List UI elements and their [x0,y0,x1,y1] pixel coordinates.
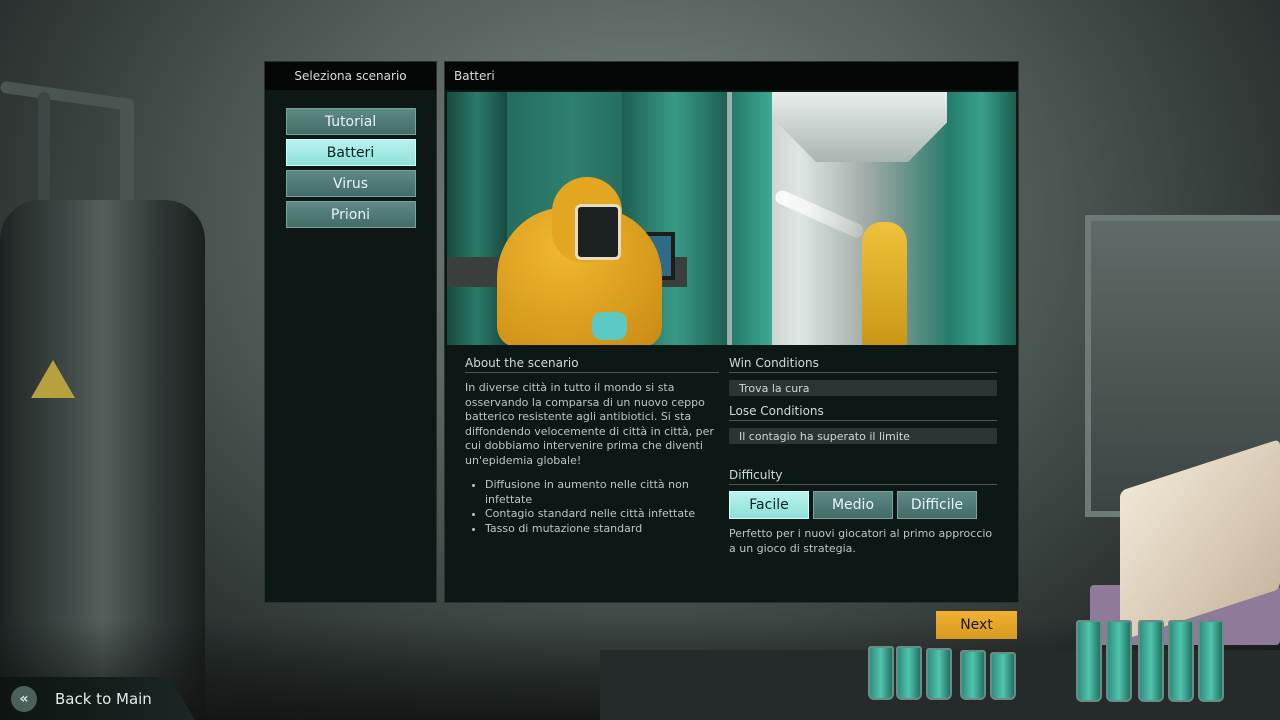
test-tube [1076,620,1102,702]
difficulty-description: Perfetto per i nuovi giocatori al primo … [729,527,993,555]
lose-conditions-heading: Lose Conditions [729,404,997,421]
about-heading: About the scenario [465,356,719,373]
warning-sign-icon [31,360,75,398]
test-tube [1198,620,1224,702]
about-section: About the scenario In diverse città in t… [465,356,719,536]
glove [592,312,627,340]
scenario-detail-panel: Batteri About the scenario In diverse ci… [444,61,1019,603]
scenario-list: Tutorial Batteri Virus Prioni [265,90,436,228]
visor [575,204,621,260]
test-tube [868,646,894,700]
difficulty-button-difficile[interactable]: Difficile [897,491,977,519]
scenario-button-virus[interactable]: Virus [285,170,416,197]
background-pipe [0,80,136,112]
about-text: In diverse città in tutto il mondo si st… [465,381,714,467]
difficulty-section: Difficulty Facile Medio Difficile Perfet… [729,468,997,556]
scenario-button-batteri[interactable]: Batteri [285,139,416,166]
back-to-main-label: Back to Main [55,689,152,708]
lose-condition-value: Il contagio ha superato il limite [729,428,997,444]
test-tube [926,648,952,700]
curtain [732,92,772,345]
conditions-section: Win Conditions Trova la cura Lose Condit… [729,356,997,444]
scenario-button-prioni[interactable]: Prioni [285,201,416,228]
double-chevron-left-icon: « [11,685,37,712]
disinfectant-spray [773,188,866,240]
win-condition-value: Trova la cura [729,380,997,396]
test-tube [1168,620,1194,702]
scenario-illustration [447,92,1016,345]
next-button[interactable]: Next [936,611,1017,639]
feature-item: Tasso di mutazione standard [485,522,719,537]
difficulty-button-medio[interactable]: Medio [813,491,893,519]
ceiling-lights [747,92,977,162]
curtain [947,92,1016,345]
win-conditions-heading: Win Conditions [729,356,997,373]
scenario-panel: Seleziona scenario Tutorial Batteri Viru… [264,61,437,603]
hazmat-worker-spraying [862,222,907,345]
test-tube [1138,620,1164,702]
scenario-button-tutorial[interactable]: Tutorial [285,108,416,135]
difficulty-heading: Difficulty [729,468,997,485]
test-tube [960,650,986,700]
feature-item: Diffusione in aumento nelle città non in… [485,478,719,507]
difficulty-button-facile[interactable]: Facile [729,491,809,519]
feature-list: Diffusione in aumento nelle città non in… [465,478,719,536]
back-to-main-button[interactable]: « Back to Main [0,677,195,720]
test-tube [1106,620,1132,702]
difficulty-options: Facile Medio Difficile [729,491,997,519]
scenario-detail-title: Batteri [445,62,1018,90]
test-tube [990,652,1016,700]
test-tube [896,646,922,700]
scenario-panel-title: Seleziona scenario [265,62,436,90]
feature-item: Contagio standard nelle città infettate [485,507,719,522]
